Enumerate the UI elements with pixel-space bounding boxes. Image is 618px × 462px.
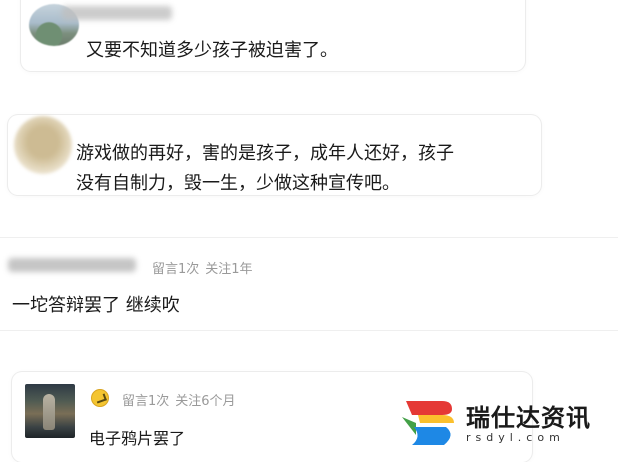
comment-meta: 留言1次 关注6个月 bbox=[122, 390, 236, 409]
comment-text-line-2: 没有自制力，毁一生，少做这种宣传吧。 bbox=[76, 173, 400, 194]
avatar-figure bbox=[43, 394, 55, 430]
username-blurred[interactable] bbox=[8, 258, 136, 272]
follow-duration: 关注1年 bbox=[205, 262, 253, 277]
username-blurred[interactable] bbox=[62, 6, 172, 20]
watermark-logo-icon bbox=[402, 401, 454, 445]
avatar[interactable] bbox=[14, 116, 72, 174]
watermark-subtitle: rsdyl.com bbox=[466, 431, 565, 444]
comment-text: 又要不知道多少孩子被迫害了。 bbox=[86, 40, 338, 61]
watermark-title: 瑞仕达资讯 bbox=[466, 404, 591, 432]
follow-duration: 关注6个月 bbox=[175, 394, 236, 409]
avatar[interactable] bbox=[25, 384, 75, 438]
message-count: 留言1次 bbox=[152, 262, 200, 277]
fan-badge-icon bbox=[91, 389, 109, 407]
comment-text: 电子鸦片罢了 bbox=[89, 429, 186, 448]
comment-text: 一坨答辩罢了 继续吹 bbox=[12, 295, 180, 316]
comment-text-line-1: 游戏做的再好，害的是孩子，成年人还好，孩子 bbox=[76, 143, 454, 164]
comment-meta: 留言1次 关注1年 bbox=[152, 258, 253, 277]
message-count: 留言1次 bbox=[122, 394, 170, 409]
